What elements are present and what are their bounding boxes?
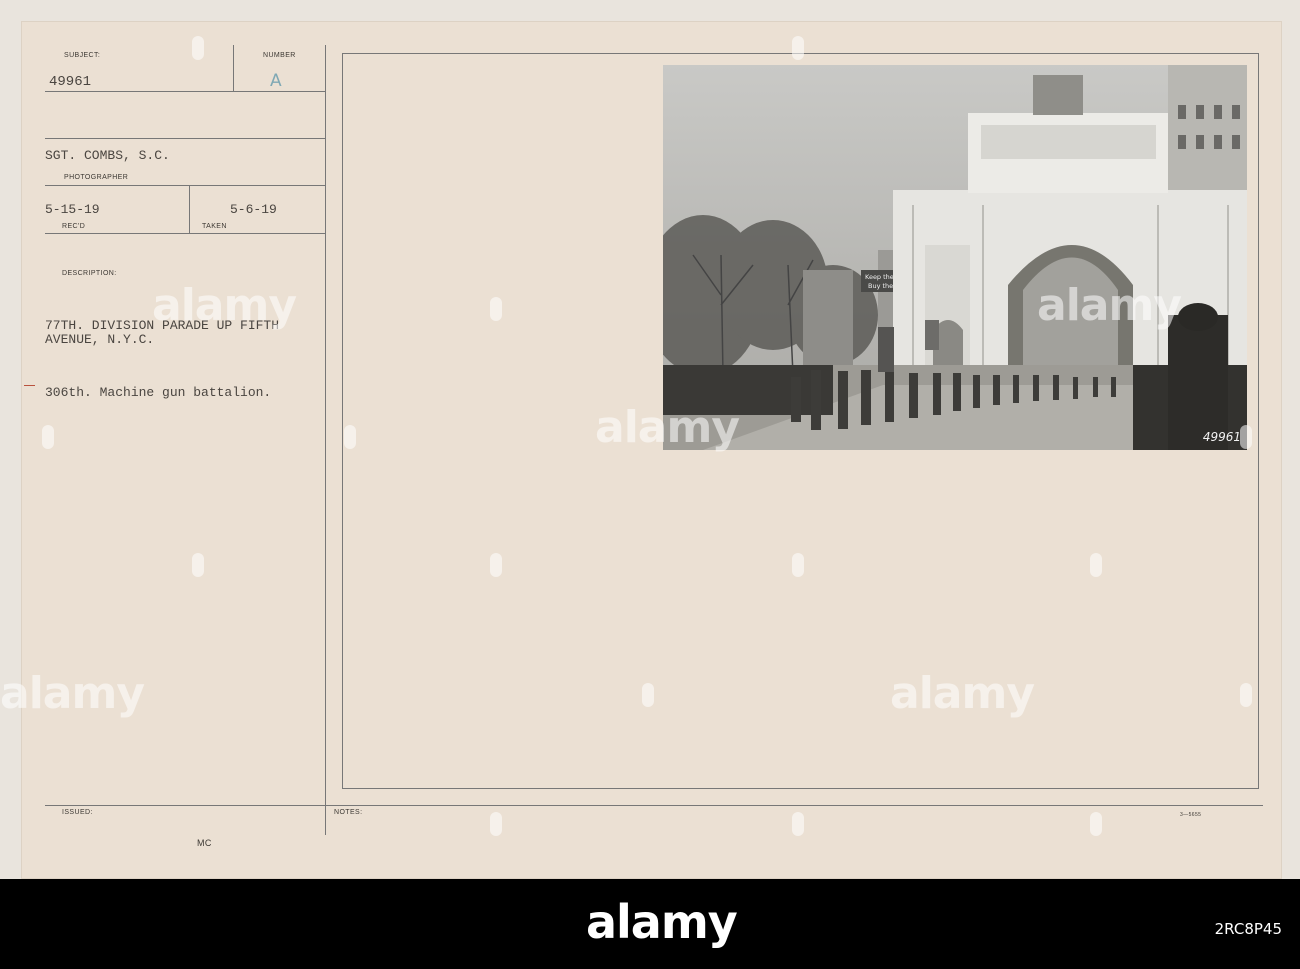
- watermark-dot: [1090, 812, 1102, 836]
- watermark-mid-right: alamy: [1037, 280, 1182, 331]
- taken-value: 5-6-19: [230, 202, 277, 217]
- taken-label: TAKEN: [202, 223, 227, 230]
- watermark-dot: [192, 553, 204, 577]
- photographer-label: PHOTOGRAPHER: [64, 174, 129, 181]
- watermark-dot: [1090, 553, 1102, 577]
- issued-value: MC: [197, 838, 212, 848]
- recd-label: REC'D: [62, 223, 86, 230]
- description-line-3: 306th. Machine gun battalion.: [45, 385, 272, 400]
- watermark-dot: [490, 553, 502, 577]
- watermark-dot: [1240, 425, 1252, 449]
- date-divider: [189, 185, 190, 233]
- red-tick-mark: [24, 385, 35, 386]
- description-line-2: AVENUE, N.Y.C.: [45, 332, 155, 347]
- watermark-dot: [192, 36, 204, 60]
- watermark-dot: [792, 553, 804, 577]
- watermark-dot: [792, 812, 804, 836]
- watermark-dot: [792, 36, 804, 60]
- issued-label: ISSUED:: [62, 809, 93, 816]
- left-column-border: [325, 45, 326, 835]
- watermark-dot: [1240, 683, 1252, 707]
- watermark-dot: [42, 425, 54, 449]
- date-rule: [45, 233, 325, 234]
- photo-illustration: Keep the F Buy the F: [663, 65, 1247, 450]
- photographer-value: SGT. COMBS, S.C.: [45, 148, 170, 163]
- footer-image-id: 2RC8P45: [1214, 920, 1282, 938]
- bottom-rule: [45, 805, 1263, 806]
- form-code: 3—5655: [1180, 812, 1202, 818]
- footer-logo: alamy: [586, 895, 738, 949]
- watermark-top-center: alamy: [595, 402, 740, 453]
- subject-value: 49961: [49, 74, 92, 90]
- watermark-bottom-left: alamy: [0, 668, 145, 719]
- number-label: NUMBER: [263, 52, 296, 59]
- recd-value: 5-15-19: [45, 202, 100, 217]
- notes-label: NOTES:: [334, 809, 363, 816]
- number-value: A: [270, 71, 282, 91]
- watermark-dot: [344, 425, 356, 449]
- negative-number: 49961: [1202, 430, 1241, 444]
- watermark-bottom-center: alamy: [890, 668, 1035, 719]
- subject-rule: [45, 91, 325, 92]
- watermark-top-left: alamy: [152, 280, 297, 331]
- photographer-rule-top: [45, 138, 325, 139]
- parade-photograph: Keep the F Buy the F 49961: [663, 65, 1247, 450]
- photographer-rule: [45, 185, 325, 186]
- watermark-dot: [490, 812, 502, 836]
- watermark-dot: [642, 683, 654, 707]
- description-label: DESCRIPTION:: [62, 270, 117, 277]
- number-divider: [233, 45, 234, 91]
- subject-label: SUBJECT:: [64, 52, 101, 59]
- watermark-dot: [490, 297, 502, 321]
